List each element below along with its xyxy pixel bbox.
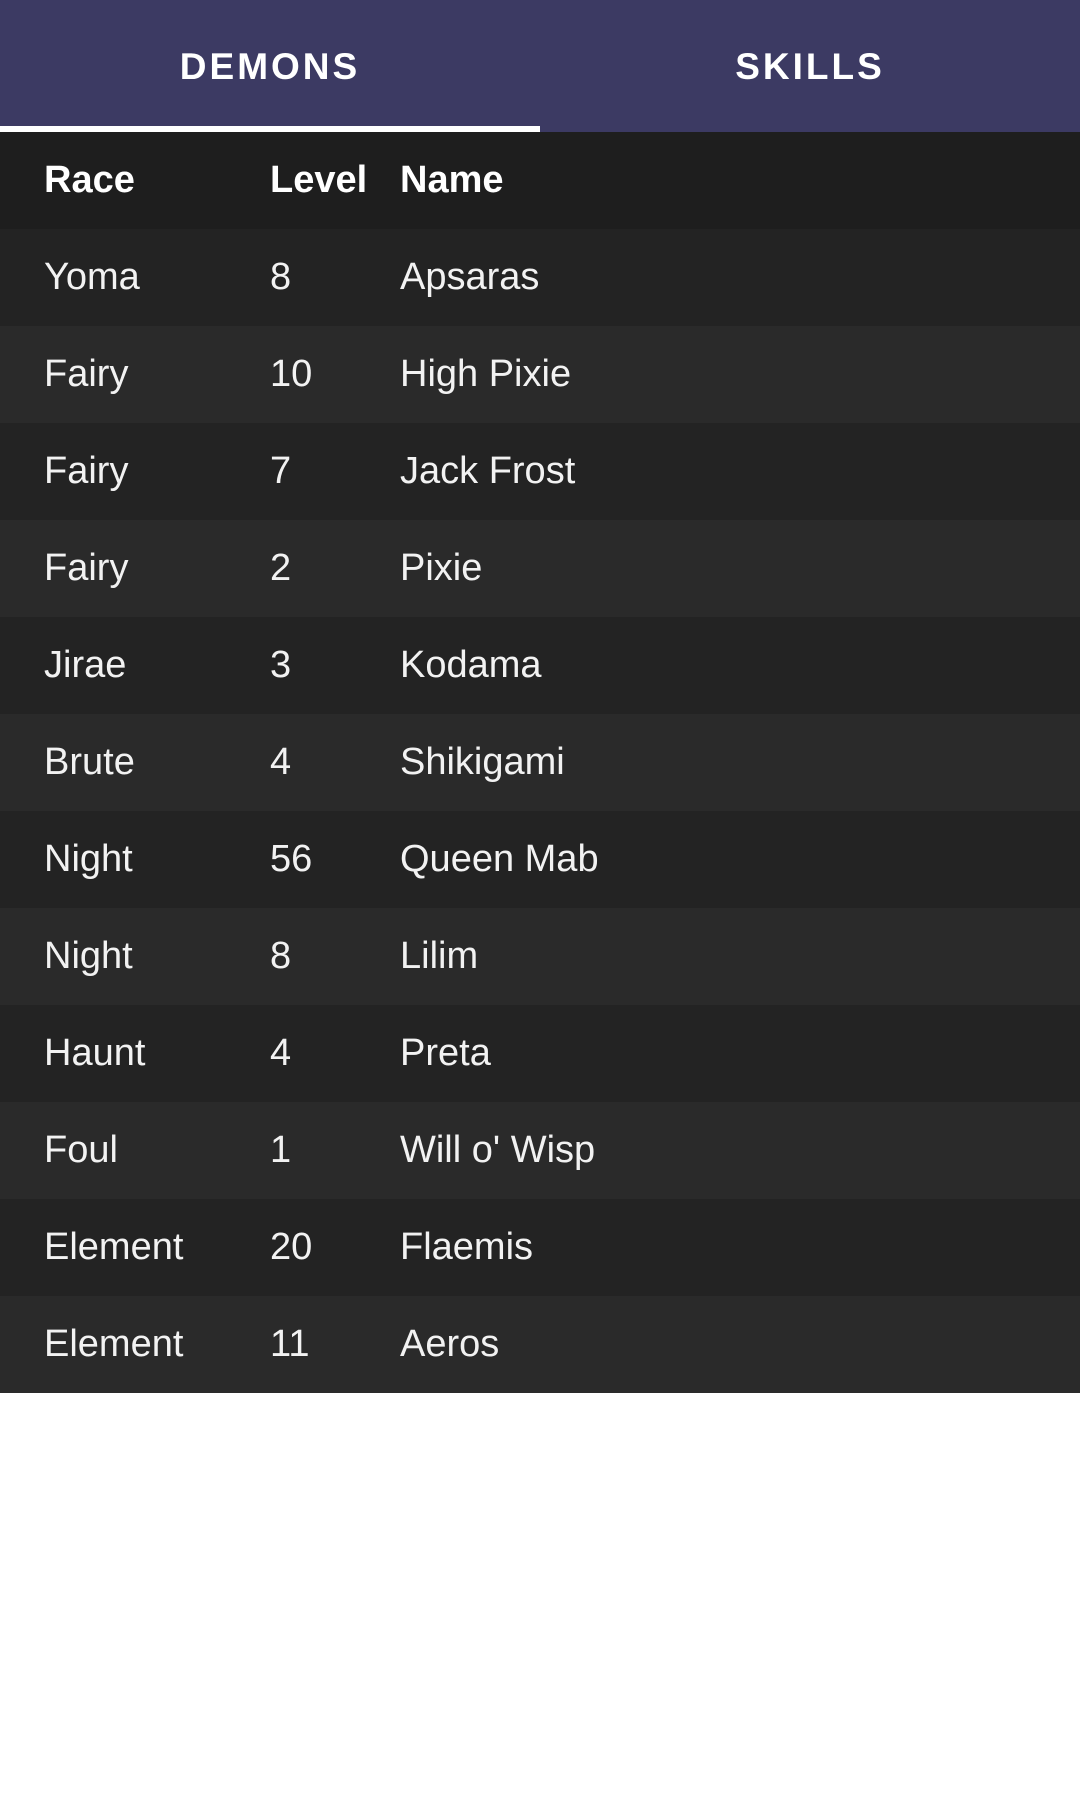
cell-race: Fairy [44,450,129,492]
cell-race: Night [44,838,133,880]
tab-demons[interactable]: DEMONS [0,0,540,132]
table-row[interactable]: Night 56 Queen Mab [0,811,1080,908]
cell-name: Flaemis [400,1226,534,1268]
table-row[interactable]: Fairy 7 Jack Frost [0,423,1080,520]
cell-level: 8 [270,256,292,298]
header-level[interactable]: Level [270,159,400,202]
table-row[interactable]: Element 11 Aeros [0,1296,1080,1393]
cell-name: Preta [400,1032,491,1074]
cell-race: Night [44,935,133,977]
cell-name: High Pixie [400,353,572,395]
tab-skills-label: SKILLS [735,46,885,87]
cell-level: 2 [270,547,292,589]
cell-race: Haunt [44,1032,146,1074]
table-row[interactable]: Fairy 2 Pixie [0,520,1080,617]
cell-name: Aeros [400,1323,500,1365]
demon-table: Race Level Name Yoma 8 Apsaras Fairy 10 … [0,132,1080,1393]
cell-level: 11 [270,1323,310,1365]
tab-skills[interactable]: SKILLS [540,0,1080,132]
cell-level: 7 [270,450,292,492]
cell-name: Lilim [400,935,479,977]
cell-race: Jirae [44,644,127,686]
cell-name: Apsaras [400,256,540,298]
table-row[interactable]: Jirae 3 Kodama [0,617,1080,714]
table-row[interactable]: Brute 4 Shikigami [0,714,1080,811]
tab-bar: DEMONS SKILLS [0,0,1080,132]
cell-level: 3 [270,644,292,686]
cell-race: Element [44,1323,184,1365]
table-row[interactable]: Night 8 Lilim [0,908,1080,1005]
cell-level: 1 [270,1129,292,1171]
cell-name: Pixie [400,547,483,589]
table-row[interactable]: Yoma 8 Apsaras [0,229,1080,326]
table-row[interactable]: Element 20 Flaemis [0,1199,1080,1296]
cell-name: Queen Mab [400,838,599,880]
cell-name: Jack Frost [400,450,576,492]
cell-race: Fairy [44,353,129,395]
cell-race: Brute [44,741,135,783]
cell-level: 4 [270,1032,292,1074]
table-row[interactable]: Haunt 4 Preta [0,1005,1080,1102]
cell-level: 56 [270,838,313,880]
header-race[interactable]: Race [0,159,270,202]
header-name[interactable]: Name [400,159,1080,202]
cell-level: 8 [270,935,292,977]
cell-race: Foul [44,1129,118,1171]
cell-name: Kodama [400,644,542,686]
cell-name: Shikigami [400,741,565,783]
cell-level: 4 [270,741,292,783]
cell-name: Will o' Wisp [400,1129,596,1171]
table-row[interactable]: Fairy 10 High Pixie [0,326,1080,423]
table-row[interactable]: Foul 1 Will o' Wisp [0,1102,1080,1199]
cell-race: Yoma [44,256,140,298]
tab-demons-label: DEMONS [179,46,361,87]
cell-level: 20 [270,1226,313,1268]
cell-race: Element [44,1226,184,1268]
table-header: Race Level Name [0,132,1080,229]
cell-race: Fairy [44,547,129,589]
cell-level: 10 [270,353,313,395]
